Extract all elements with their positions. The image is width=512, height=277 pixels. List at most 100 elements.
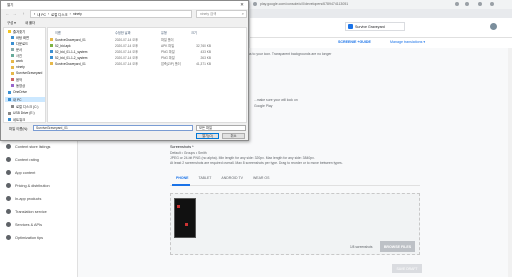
file-row[interactable]: 52_bid_01-1-2_system 2020-07-14 오후 PNG 파… bbox=[50, 55, 244, 60]
apk-file-icon bbox=[50, 44, 53, 47]
download-icon bbox=[11, 42, 14, 45]
nav-item-pricing[interactable]: Pricing & distribution bbox=[6, 183, 50, 188]
tree-item[interactable]: 로컬 디스크 (C:) bbox=[11, 104, 39, 109]
nav-item-app-content[interactable]: App content bbox=[6, 170, 35, 175]
screenshot-count: 1/8 screenshots bbox=[350, 245, 373, 249]
cart-icon bbox=[6, 196, 11, 201]
pc-icon: ▪ bbox=[34, 12, 36, 16]
device-tabs: PHONE TABLET ANDROID TV WEAR OS bbox=[170, 176, 420, 185]
listing-actions: SCREENIE +GUIDE Manage translations ▾ bbox=[250, 38, 512, 48]
folder-icon bbox=[11, 65, 14, 69]
dialog-footer: 파일 이름(N): SurviveGraveyard_01 모든 파일 열기(O… bbox=[3, 124, 247, 140]
tree-item[interactable]: 네트워크 bbox=[8, 117, 25, 122]
profile-icon[interactable] bbox=[478, 2, 482, 6]
tree-item[interactable]: ninety bbox=[11, 65, 25, 69]
tree-item[interactable]: OneDrive bbox=[8, 90, 27, 94]
back-icon[interactable]: ← bbox=[5, 11, 10, 17]
file-open-dialog: 열기 ✕ ← → ↑ ▪ 내 PC › 로컬 디스크 › ninety ninety… bbox=[0, 0, 249, 141]
cloud-icon bbox=[8, 90, 11, 94]
nav-item-services-apis[interactable]: Services & APIs bbox=[6, 222, 42, 227]
navigation-pane: 즐겨찾기 바탕 화면 다운로드 문서 사진 work ninety Surviv… bbox=[3, 27, 46, 123]
tab-tablet[interactable]: TABLET bbox=[198, 176, 211, 185]
browser-url: play.google.com/console/u/0/developers/6… bbox=[260, 2, 349, 6]
console-sidebar: Content store listings Content rating Ap… bbox=[0, 140, 78, 277]
zip-folder-icon bbox=[50, 62, 53, 65]
file-row[interactable]: 52_bid.apk 2020-07-14 오후 APK 파일 32,760 K… bbox=[50, 43, 244, 48]
nav-item-store-listings[interactable]: Content store listings bbox=[6, 144, 50, 149]
screenie-guide-button[interactable]: SCREENIE +GUIDE bbox=[338, 40, 371, 44]
column-header-name[interactable]: 이름 bbox=[55, 30, 61, 35]
close-icon[interactable]: ✕ bbox=[238, 2, 246, 8]
filetype-select[interactable]: 모든 파일 bbox=[196, 125, 246, 131]
menu-icon[interactable] bbox=[490, 2, 494, 6]
tree-item[interactable]: 즐겨찾기 bbox=[8, 29, 25, 34]
column-header-type[interactable]: 유형 bbox=[161, 30, 167, 35]
dialog-titlebar: 열기 ✕ bbox=[1, 1, 248, 9]
drive-icon bbox=[11, 105, 14, 108]
video-icon bbox=[11, 84, 14, 87]
cancel-button[interactable]: 취소 bbox=[222, 133, 245, 139]
file-list: 이름 수정한 날짜 유형 크기 SurviveGraveyard_01 2020… bbox=[47, 27, 247, 123]
file-row[interactable]: SurviveGraveyard_01 2020-07-14 오후 압축(ZIP… bbox=[50, 61, 244, 66]
screenshots-help: JPEG or 24-bit PNG (no alpha). Min lengt… bbox=[170, 156, 315, 160]
tree-item[interactable]: 바탕 화면 bbox=[11, 35, 29, 40]
browser-address-bar[interactable]: play.google.com/console/u/0/developers/6… bbox=[250, 0, 512, 9]
column-header-size[interactable]: 크기 bbox=[191, 30, 197, 35]
picture-icon bbox=[11, 54, 14, 57]
listing-icon bbox=[6, 144, 11, 149]
network-icon bbox=[8, 118, 11, 121]
tree-item[interactable]: 사진 bbox=[11, 53, 22, 58]
nav-item-content-rating[interactable]: Content rating bbox=[6, 157, 39, 162]
save-draft-button[interactable]: SAVE DRAFT bbox=[392, 264, 422, 273]
nav-item-in-app-products[interactable]: In-app products bbox=[6, 196, 41, 201]
open-button[interactable]: 열기(O) bbox=[196, 133, 219, 139]
file-row[interactable]: 52_bid_01-1-1_system 2020-07-14 오후 PNG 파… bbox=[50, 49, 244, 54]
active-tab-indicator bbox=[172, 184, 190, 186]
search-input[interactable]: ninety 검색 ⌕ bbox=[196, 10, 247, 18]
tree-item[interactable]: 동영상 bbox=[11, 83, 25, 88]
tab-divider bbox=[170, 185, 420, 186]
new-folder-button[interactable]: 새 폴더 bbox=[25, 20, 35, 25]
tree-item-selected[interactable]: 내 PC bbox=[5, 97, 45, 102]
organize-menu[interactable]: 구성 ▾ bbox=[7, 20, 16, 25]
app-selector[interactable]: Survive Graveyard bbox=[345, 22, 405, 31]
app-icon bbox=[348, 24, 353, 29]
shield-icon bbox=[6, 170, 11, 175]
folder-icon bbox=[11, 59, 14, 63]
screenshots-heading: Screenshots * bbox=[170, 145, 194, 149]
tree-item[interactable]: work bbox=[11, 59, 23, 63]
nav-item-translation[interactable]: Translation service bbox=[6, 209, 47, 214]
manage-translations-button[interactable]: Manage translations ▾ bbox=[390, 40, 425, 44]
console-header: Survive Graveyard bbox=[250, 18, 512, 38]
star-icon[interactable] bbox=[455, 2, 459, 6]
up-icon[interactable]: ↑ bbox=[21, 11, 26, 17]
forward-icon[interactable]: → bbox=[12, 11, 17, 17]
tree-item[interactable]: 다운로드 bbox=[11, 41, 28, 46]
tree-item[interactable]: USB Drive (E:) bbox=[8, 111, 35, 115]
filename-input[interactable]: SurviveGraveyard_01 bbox=[33, 125, 193, 131]
breadcrumb-item[interactable]: ninety bbox=[73, 12, 82, 16]
address-breadcrumb[interactable]: ▪ 내 PC › 로컬 디스크 › ninety bbox=[30, 10, 192, 18]
tree-item[interactable]: SurviveGraveyard bbox=[11, 71, 42, 75]
folder-icon bbox=[11, 71, 14, 75]
file-row[interactable]: SurviveGraveyard_01 2020-07-14 오후 파일 폴더 bbox=[50, 37, 244, 42]
tree-item[interactable]: 음악 bbox=[11, 77, 22, 82]
browse-files-button[interactable]: BROWSE FILES bbox=[380, 241, 415, 252]
breadcrumb-item[interactable]: 내 PC bbox=[37, 12, 46, 17]
nav-item-optimization[interactable]: Optimization tips bbox=[6, 235, 43, 240]
breadcrumb-item[interactable]: 로컬 디스크 bbox=[51, 12, 68, 17]
rating-icon bbox=[6, 157, 11, 162]
star-icon bbox=[8, 30, 11, 33]
tab-wear-os[interactable]: WEAR OS bbox=[253, 176, 270, 185]
column-header-date[interactable]: 수정한 날짜 bbox=[115, 30, 131, 35]
search-placeholder: ninety 검색 bbox=[200, 12, 217, 16]
avatar[interactable] bbox=[490, 23, 497, 30]
desktop-icon bbox=[11, 36, 14, 39]
tree-item[interactable]: 문서 bbox=[11, 47, 22, 52]
screenshot-thumbnail[interactable] bbox=[174, 198, 196, 238]
tab-android-tv[interactable]: ANDROID TV bbox=[221, 176, 243, 185]
extension-icon[interactable] bbox=[465, 2, 469, 6]
page-scrollbar[interactable] bbox=[508, 48, 512, 277]
api-icon bbox=[6, 222, 11, 227]
feature-text: ...make sure your will look on bbox=[254, 98, 298, 102]
